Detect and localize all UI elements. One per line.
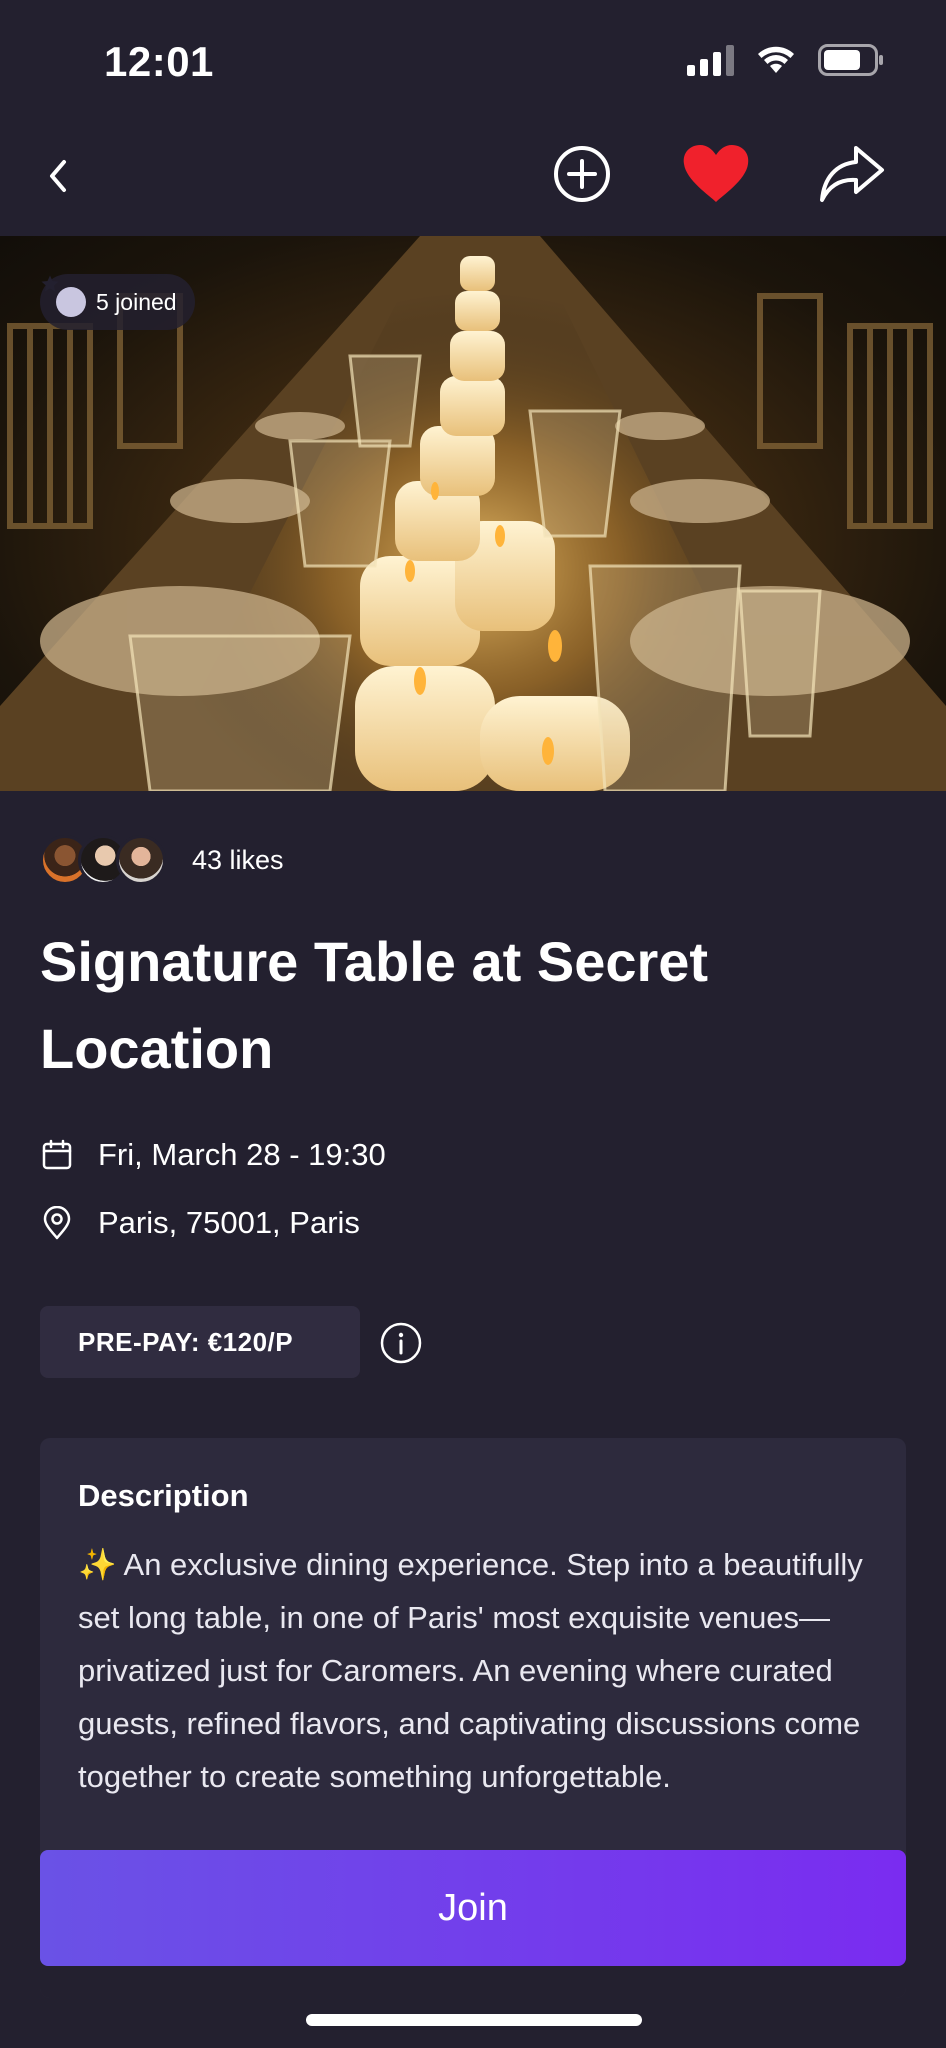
description-heading: Description xyxy=(78,1478,249,1513)
wifi-icon xyxy=(756,44,796,76)
home-indicator[interactable] xyxy=(306,2014,642,2026)
event-date-row: Fri, March 28 - 19:30 xyxy=(40,1137,386,1173)
nav-bar xyxy=(0,130,946,220)
battery-icon xyxy=(818,44,884,76)
share-button[interactable] xyxy=(818,142,886,206)
star-icon xyxy=(41,275,86,317)
cellular-signal-icon xyxy=(687,44,734,76)
heart-icon xyxy=(683,145,749,202)
chevron-left-icon xyxy=(50,160,66,192)
join-button[interactable]: Join xyxy=(40,1850,906,1966)
info-icon xyxy=(380,1322,422,1364)
status-icons xyxy=(687,44,884,76)
likes-row[interactable]: 43 likes xyxy=(40,832,284,888)
prepay-price-tag: PRE-PAY: €120/P xyxy=(40,1306,360,1378)
status-bar: 12:01 xyxy=(0,0,946,120)
joined-badge: 5 joined xyxy=(40,274,195,330)
plus-circle-icon xyxy=(554,146,610,202)
description-body: An exclusive dining experience. Step int… xyxy=(78,1547,863,1794)
share-icon xyxy=(820,146,884,202)
event-hero-image: 5 joined xyxy=(0,236,946,791)
price-info-button[interactable] xyxy=(380,1322,422,1364)
event-location: Paris, 75001, Paris xyxy=(98,1205,360,1240)
event-location-row[interactable]: Paris, 75001, Paris xyxy=(40,1205,360,1241)
liker-avatars xyxy=(40,835,166,885)
add-button[interactable] xyxy=(552,144,612,204)
joined-count: 5 joined xyxy=(96,288,177,315)
sparkles-emoji: ✨ xyxy=(78,1547,117,1582)
description-text: ✨ An exclusive dining experience. Step i… xyxy=(78,1538,878,1803)
status-time: 12:01 xyxy=(104,38,214,85)
back-button[interactable] xyxy=(30,148,86,204)
avatar xyxy=(116,835,166,885)
favorite-button[interactable] xyxy=(680,142,752,206)
location-pin-icon xyxy=(40,1206,74,1240)
likes-count: 43 likes xyxy=(192,844,284,875)
calendar-icon xyxy=(40,1138,74,1172)
event-date: Fri, March 28 - 19:30 xyxy=(98,1137,386,1172)
event-title: Signature Table at Secret Location xyxy=(40,930,709,1080)
